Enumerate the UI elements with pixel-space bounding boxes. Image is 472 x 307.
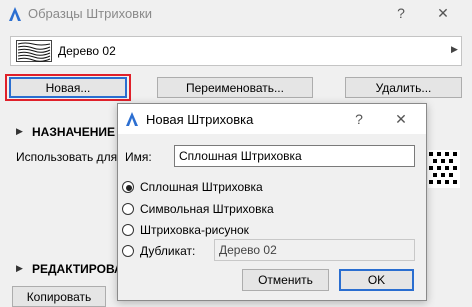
archicad-app-icon	[126, 112, 138, 126]
radio-duplicate[interactable]	[122, 245, 134, 257]
dialog-title: Новая Штриховка	[146, 112, 254, 127]
collapse-triangle-icon[interactable]: ▶	[16, 263, 23, 274]
option-duplicate[interactable]: Дубликат:	[140, 244, 195, 258]
option-solid-fill[interactable]: Сплошная Штриховка	[140, 180, 263, 194]
radio-solid-fill[interactable]	[122, 181, 134, 193]
cancel-button[interactable]: Отменить	[242, 269, 329, 291]
duplicate-source-field: Дерево 02	[214, 239, 415, 261]
window-title: Образцы Штриховки	[28, 6, 153, 21]
name-input[interactable]: Сплошная Штриховка	[174, 145, 415, 167]
radio-selected-dot	[126, 185, 132, 191]
dialog-close-button[interactable]: ✕	[394, 111, 408, 128]
chevron-right-icon: ▶	[451, 44, 458, 54]
assignment-section-header[interactable]: НАЗНАЧЕНИЕ И	[32, 125, 127, 139]
wood-hatch-icon	[16, 40, 52, 62]
radio-image-fill[interactable]	[122, 224, 134, 236]
option-image-fill[interactable]: Штриховка-рисунок	[140, 223, 249, 237]
dialog-help-button[interactable]: ?	[352, 111, 366, 127]
radio-symbol-fill[interactable]	[122, 203, 134, 215]
option-symbol-fill[interactable]: Символьная Штриховка	[140, 202, 274, 216]
new-button[interactable]: Новая...	[9, 77, 127, 98]
use-for-label: Использовать для:	[16, 150, 121, 164]
pattern-preview-swatch	[428, 150, 460, 188]
archicad-app-icon	[9, 7, 21, 21]
name-label: Имя:	[125, 150, 152, 164]
delete-button[interactable]: Удалить...	[345, 77, 462, 98]
rename-button[interactable]: Переименовать...	[157, 77, 313, 98]
collapse-triangle-icon[interactable]: ▶	[16, 126, 23, 137]
editing-section-header[interactable]: РЕДАКТИРОВА	[32, 262, 123, 276]
close-button[interactable]: ✕	[436, 5, 450, 22]
ok-button[interactable]: OK	[339, 269, 414, 291]
copy-button[interactable]: Копировать	[12, 286, 106, 307]
selected-pattern-label: Дерево 02	[58, 44, 116, 58]
help-button[interactable]: ?	[394, 5, 408, 21]
